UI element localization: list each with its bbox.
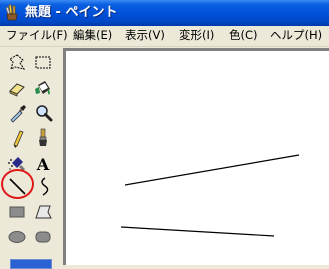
text-tool-glyph: A (36, 155, 50, 174)
eraser-tool[interactable] (5, 76, 29, 100)
selected-tool-highlight (1, 169, 34, 199)
title-bar[interactable]: 無題 - ペイント (0, 0, 329, 26)
magnifier-tool[interactable] (31, 101, 55, 125)
tool-options-box[interactable] (10, 259, 52, 269)
pencil-tool[interactable] (5, 126, 29, 150)
menu-image[interactable]: 変形(I) (179, 28, 214, 43)
menu-view[interactable]: 表示(V) (125, 28, 165, 43)
fill-tool[interactable] (31, 76, 55, 100)
menu-colors[interactable]: 色(C) (229, 28, 258, 43)
text-tool[interactable]: A (31, 151, 55, 175)
drawn-line (120, 226, 275, 237)
curve-tool[interactable] (31, 174, 55, 198)
drawn-line (124, 154, 300, 186)
brush-tool[interactable] (31, 126, 55, 150)
ellipse-tool[interactable] (5, 225, 29, 249)
menu-bar: ファイル(F) 編集(E) 表示(V) 変形(I) 色(C) ヘルプ(H) (0, 26, 329, 46)
polygon-tool[interactable] (31, 200, 55, 224)
color-picker-tool[interactable] (5, 101, 29, 125)
paint-app-icon[interactable] (4, 4, 20, 21)
menu-help[interactable]: ヘルプ(H) (270, 28, 322, 43)
rectangle-tool[interactable] (5, 200, 29, 224)
free-form-select-tool[interactable] (5, 51, 29, 75)
toolbox: A (0, 47, 61, 265)
rounded-rectangle-tool[interactable] (31, 225, 55, 249)
rect-select-tool[interactable] (31, 51, 55, 75)
menu-file[interactable]: ファイル(F) (6, 28, 68, 43)
drawing-canvas[interactable] (66, 51, 329, 265)
menu-edit[interactable]: 編集(E) (73, 28, 112, 43)
window-title: 無題 - ペイント (25, 5, 118, 20)
